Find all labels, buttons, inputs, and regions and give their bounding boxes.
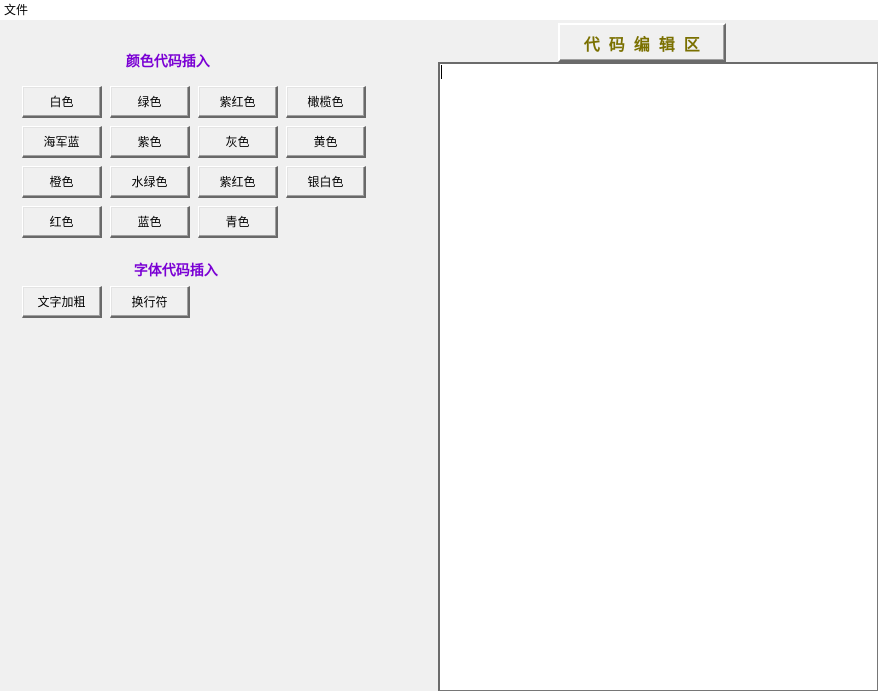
bold-text-button[interactable]: 文字加粗: [22, 286, 102, 318]
color-button-fuchsia[interactable]: 紫红色: [198, 86, 278, 118]
code-editor-header: 代码编辑区: [558, 23, 726, 62]
color-button-aqua[interactable]: 水绿色: [110, 166, 190, 198]
font-section-title: 字体代码插入: [134, 263, 218, 279]
menu-file[interactable]: 文件: [4, 3, 28, 17]
line-break-button[interactable]: 换行符: [110, 286, 190, 318]
code-editor-header-label: 代码编辑区: [583, 34, 709, 54]
color-button-red[interactable]: 红色: [22, 206, 102, 238]
color-button-silver[interactable]: 银白色: [286, 166, 366, 198]
color-button-white[interactable]: 白色: [22, 86, 102, 118]
color-button-purple[interactable]: 紫色: [110, 126, 190, 158]
color-button-orange[interactable]: 橙色: [22, 166, 102, 198]
color-button-maroon[interactable]: 紫红色: [198, 166, 278, 198]
color-button-yellow[interactable]: 黄色: [286, 126, 366, 158]
color-button-navy[interactable]: 海军蓝: [22, 126, 102, 158]
color-button-gray[interactable]: 灰色: [198, 126, 278, 158]
color-button-blue[interactable]: 蓝色: [110, 206, 190, 238]
color-button-olive[interactable]: 橄榄色: [286, 86, 366, 118]
menu-bar: 文件: [0, 0, 878, 20]
color-section-title: 颜色代码插入: [126, 54, 210, 70]
color-button-green[interactable]: 绿色: [110, 86, 190, 118]
text-caret: [441, 65, 442, 79]
color-button-teal[interactable]: 青色: [198, 206, 278, 238]
code-editor-textarea[interactable]: [438, 62, 878, 691]
